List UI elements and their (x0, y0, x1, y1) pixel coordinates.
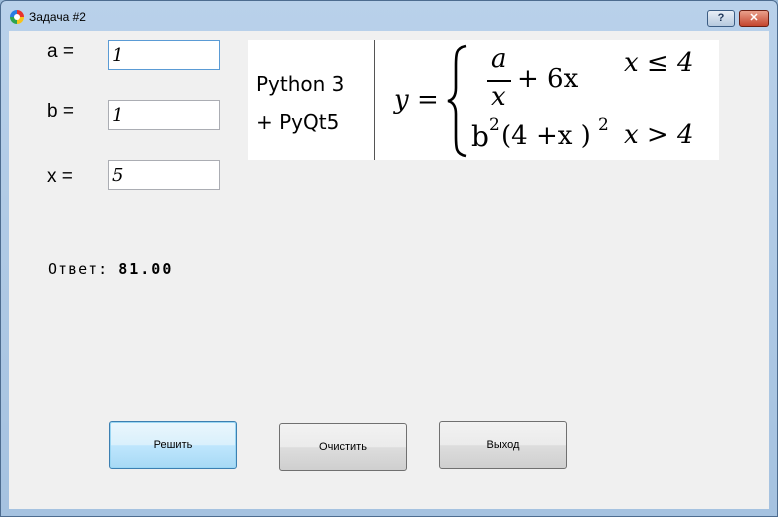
answer-value: 81.00 (118, 260, 174, 278)
y-equals: y = (394, 85, 439, 115)
pyqt-label: + PyQt5 (256, 110, 340, 134)
case2-exponent-2: 2 (598, 115, 609, 135)
case2-exponent-1: 2 (489, 115, 500, 135)
case2-b: b (471, 120, 489, 153)
help-button[interactable]: ? (707, 10, 735, 27)
case1-expression: + 6x (517, 64, 579, 94)
x-label: x = (47, 166, 73, 187)
a-label: a = (47, 41, 74, 62)
b-input[interactable] (108, 100, 220, 130)
exit-button[interactable]: Выход (439, 421, 567, 469)
case1-denominator: x (491, 82, 506, 112)
x-input[interactable] (108, 160, 220, 190)
window-title: Задача #2 (29, 10, 86, 24)
formula-banner: Python 3 + PyQt5 y = a x + 6x x ≤ 4 b 2 … (248, 40, 719, 160)
banner-divider (374, 40, 375, 160)
b-label: b = (47, 101, 74, 122)
case1-numerator: a (491, 44, 507, 74)
case2-condition: x > 4 (624, 120, 694, 150)
client-area: a = b = x = Python 3 + PyQt5 y = a x + 6… (9, 31, 769, 509)
app-window: Задача #2 ? ✕ a = b = x = Python 3 + PyQ… (0, 0, 778, 517)
close-button[interactable]: ✕ (739, 10, 769, 27)
python-label: Python 3 (256, 72, 345, 96)
brace-icon (447, 44, 467, 158)
title-bar[interactable]: Задача #2 ? ✕ (1, 1, 777, 31)
answer-line: Ответ: 81.00 (48, 260, 173, 278)
a-input[interactable] (108, 40, 220, 70)
case1-condition: x ≤ 4 (624, 48, 694, 78)
app-icon (10, 10, 24, 24)
solve-button[interactable]: Решить (109, 421, 237, 469)
answer-label: Ответ: (48, 260, 109, 278)
case2-expression: (4 +x ) (501, 121, 591, 151)
clear-button[interactable]: Очистить (279, 423, 407, 471)
